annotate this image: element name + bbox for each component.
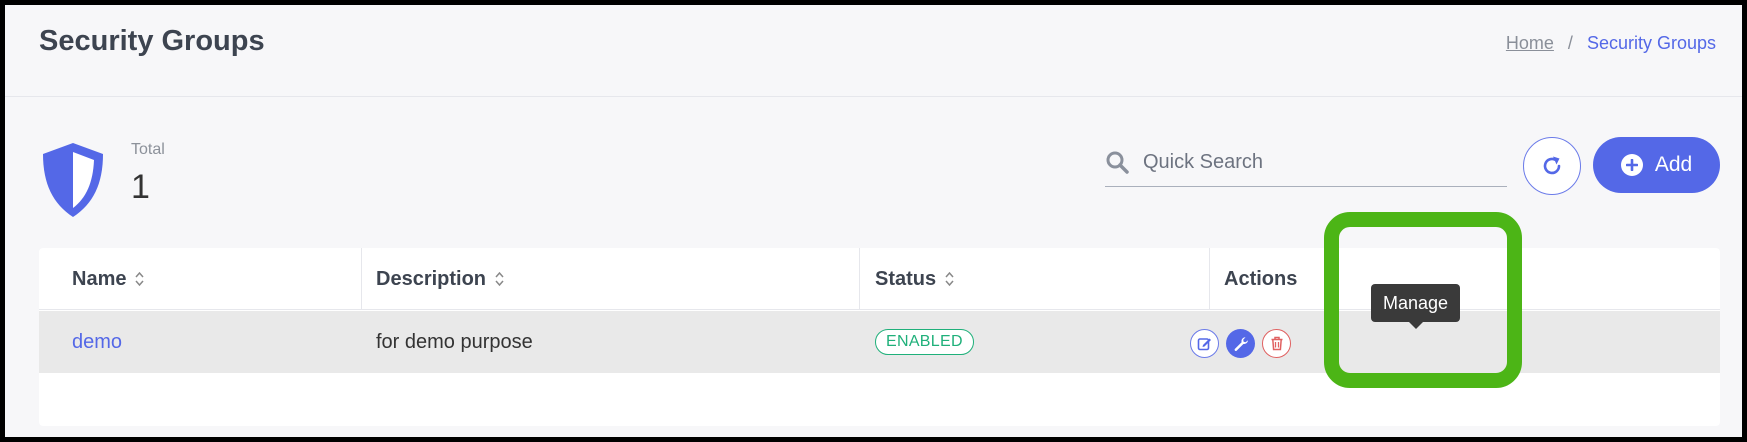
total-count: 1 xyxy=(131,168,150,206)
breadcrumb: Home / Security Groups xyxy=(1506,33,1716,54)
total-label: Total xyxy=(131,141,165,158)
column-header-description[interactable]: Description xyxy=(376,248,505,310)
column-header-name[interactable]: Name xyxy=(72,248,145,310)
manage-tooltip: Manage xyxy=(1371,284,1460,329)
breadcrumb-current: Security Groups xyxy=(1586,33,1716,53)
table-header: Name Description Status Actions xyxy=(39,248,1720,310)
page-title: Security Groups xyxy=(39,25,265,57)
manage-button[interactable] xyxy=(1226,329,1255,358)
plus-circle-icon xyxy=(1620,154,1643,176)
column-header-actions: Actions xyxy=(1224,267,1298,290)
page-header: Security Groups Home / Security Groups xyxy=(5,5,1742,97)
column-divider xyxy=(859,248,860,310)
edit-button[interactable] xyxy=(1190,329,1219,358)
add-button[interactable]: Add xyxy=(1593,137,1720,193)
refresh-icon xyxy=(1543,156,1561,175)
trash-icon xyxy=(1271,336,1282,351)
refresh-button[interactable] xyxy=(1523,137,1581,195)
search-icon xyxy=(1106,151,1129,174)
search-box xyxy=(1105,137,1507,187)
row-actions xyxy=(5,311,1567,373)
shield-icon xyxy=(43,143,103,217)
column-header-status[interactable]: Status xyxy=(875,248,955,310)
column-divider xyxy=(1209,248,1210,310)
sort-icon xyxy=(135,271,145,287)
add-button-label: Add xyxy=(1654,153,1693,176)
breadcrumb-home-link[interactable]: Home xyxy=(1506,33,1554,54)
wrench-icon xyxy=(1234,336,1248,351)
app-frame: Security Groups Home / Security Groups T… xyxy=(5,5,1742,437)
sort-icon xyxy=(945,271,954,287)
sort-icon xyxy=(495,271,504,287)
search-input[interactable] xyxy=(1143,145,1498,179)
delete-button[interactable] xyxy=(1262,329,1291,358)
breadcrumb-separator: / xyxy=(1567,33,1573,53)
edit-icon xyxy=(1197,338,1211,351)
column-divider xyxy=(361,248,362,310)
